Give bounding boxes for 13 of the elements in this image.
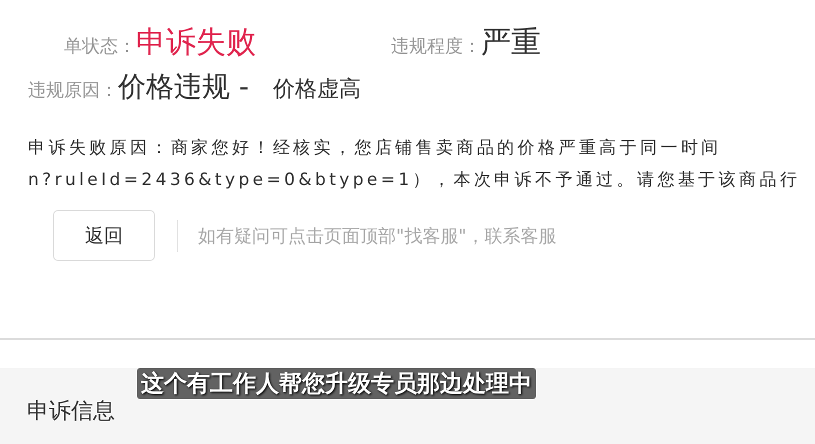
severity-label: 违规程度： <box>391 35 481 58</box>
severity-value: 严重 <box>481 24 541 62</box>
status-value: 申诉失败 <box>136 24 257 62</box>
reason-category: 价格违规 - <box>118 69 250 105</box>
failure-reason-text: 申诉失败原因：商家您好！经核实，您店铺售卖商品的价格严重高于同一时间 <box>28 137 723 160</box>
status-label: 单状态： <box>64 35 136 58</box>
back-button[interactable]: 返回 <box>53 210 155 261</box>
reason-detail: 价格虚高 <box>273 76 362 104</box>
reason-label: 违规原因： <box>28 79 118 102</box>
section-title: 申诉信息 <box>27 399 115 424</box>
help-hint: 如有疑问可点击页面顶部"找客服"，联系客服 <box>198 224 557 248</box>
failure-reason-text: n?ruleId=2436&type=0&btype=1），本次申诉不予通过。请您基于该商品行 <box>28 169 802 192</box>
subtitle-caption: 这个有工作人帮您升级专员那边处理中 <box>137 368 536 399</box>
